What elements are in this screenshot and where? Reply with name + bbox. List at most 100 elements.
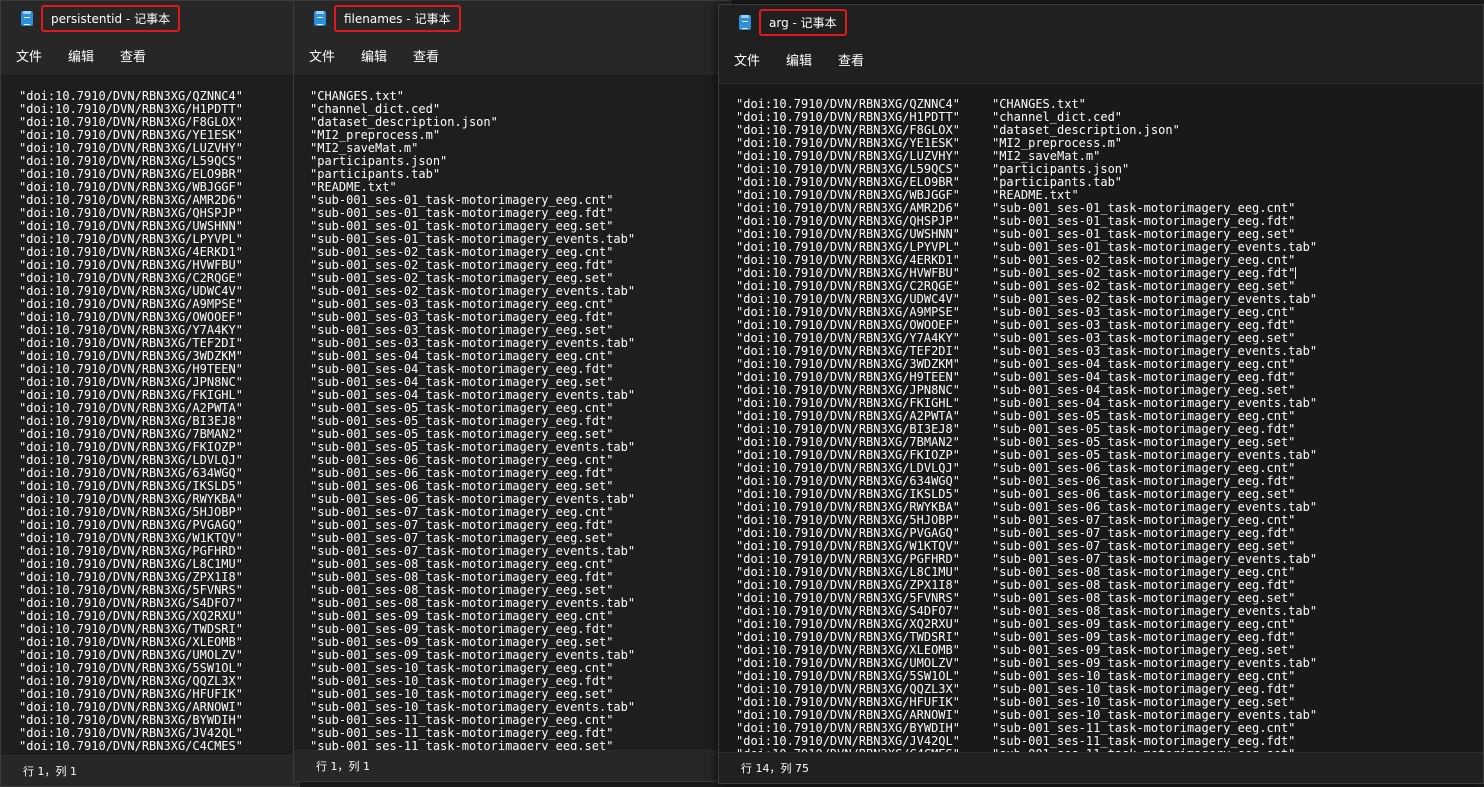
filename-cell: "sub-001_ses-03_task-motorimagery_events… [991,344,1318,358]
persistentid-cell: "doi:10.7910/DVN/RBN3XG/UWSHNN" [736,227,960,241]
filename-cell: "sub-001_ses-02_task-motorimagery_eeg.cn… [991,253,1296,267]
filename-cell: "sub-001_ses-07_task-motorimagery_events… [991,552,1318,566]
persistentid-cell: "doi:10.7910/DVN/RBN3XG/H1PDTT" [736,110,960,124]
filename-cell: "sub-001_ses-09_task-motorimagery_eeg.se… [991,643,1296,657]
persistentid-cell: "doi:10.7910/DVN/RBN3XG/H9TEEN" [736,370,960,384]
text-editor[interactable]: "CHANGES.txt" "channel_dict.ced" "dataset_… [294,73,730,751]
title-bar[interactable]: arg - 记事本 [719,5,1483,39]
text-lines: "doi:10.7910/DVN/RBN3XG/QZNNC4" "CHANGES.… [736,97,1318,754]
filename-cell: "participants.tab" [991,175,1123,189]
menu-bar: 文件 编辑 查看 [294,41,730,69]
persistentid-cell: "doi:10.7910/DVN/RBN3XG/TWDSRI" [736,630,960,644]
filename-cell: "sub-001_ses-10_task-motorimagery_eeg.fd… [991,682,1296,696]
menu-view[interactable]: 查看 [838,50,864,69]
filename-cell: "sub-001_ses-01_task-motorimagery_events… [991,240,1318,254]
menu-bar: 文件 编辑 查看 [719,45,1483,73]
persistentid-cell: "doi:10.7910/DVN/RBN3XG/F8GLOX" [736,123,960,137]
notepad-icon [21,10,33,26]
persistentid-cell: "doi:10.7910/DVN/RBN3XG/L59QCS" [736,162,960,176]
notepad-window-arg[interactable]: arg - 记事本 文件 编辑 查看 "doi:10.7910/DVN/RBN3… [718,4,1484,784]
persistentid-cell: "doi:10.7910/DVN/RBN3XG/LDVLQJ" [736,461,960,475]
filename-cell: "sub-001_ses-02_task-motorimagery_events… [991,292,1318,306]
filename-cell: "sub-001_ses-03_task-motorimagery_eeg.fd… [991,318,1296,332]
filename-cell: "sub-001_ses-08_task-motorimagery_eeg.fd… [991,578,1296,592]
persistentid-cell: "doi:10.7910/DVN/RBN3XG/LUZVHY" [736,149,960,163]
notepad-icon [314,10,326,26]
notepad-window-persistentid[interactable]: persistentid - 记事本 文件 编辑 查看 "doi:10.7910… [0,0,300,787]
persistentid-cell: "doi:10.7910/DVN/RBN3XG/XQ2RXU" [736,617,960,631]
status-bar: 行 14，列 75 [719,752,1483,783]
persistentid-cell: "doi:10.7910/DVN/RBN3XG/UMOLZV" [736,656,960,670]
filename-cell: "sub-001_ses-10_task-motorimagery_events… [991,708,1318,722]
menu-file[interactable]: 文件 [16,46,42,65]
persistentid-cell: "doi:10.7910/DVN/RBN3XG/634WGQ" [736,474,960,488]
persistentid-cell: "doi:10.7910/DVN/RBN3XG/QHSPJP" [736,214,960,228]
filename-cell: "sub-001_ses-01_task-motorimagery_eeg.fd… [991,214,1296,228]
menu-edit[interactable]: 编辑 [786,50,812,69]
menu-file[interactable]: 文件 [734,50,760,69]
persistentid-cell: "doi:10.7910/DVN/RBN3XG/C2RQGE" [736,279,960,293]
title-bar[interactable]: persistentid - 记事本 [1,1,299,35]
persistentid-cell: "doi:10.7910/DVN/RBN3XG/XLEOMB" [736,643,960,657]
window-title: persistentid - 记事本 [41,4,181,32]
filename-cell: "sub-001_ses-05_task-motorimagery_eeg.fd… [991,422,1296,436]
filename-cell: "sub-001_ses-10_task-motorimagery_eeg.cn… [991,669,1296,683]
menu-edit[interactable]: 编辑 [68,46,94,65]
notepad-window-filenames[interactable]: filenames - 记事本 文件 编辑 查看 "CHANGES.txt" "c… [293,0,731,782]
filename-cell: "sub-001_ses-06_task-motorimagery_events… [991,500,1318,514]
persistentid-cell: "doi:10.7910/DVN/RBN3XG/RWYKBA" [736,500,960,514]
filename-cell: "sub-001_ses-07_task-motorimagery_eeg.cn… [991,513,1296,527]
persistentid-cell: "doi:10.7910/DVN/RBN3XG/FKIGHL" [736,396,960,410]
persistentid-cell: "doi:10.7910/DVN/RBN3XG/5SW1OL" [736,669,960,683]
persistentid-cell: "doi:10.7910/DVN/RBN3XG/UDWC4V" [736,292,960,306]
menu-view[interactable]: 查看 [413,46,439,65]
text-editor[interactable]: "doi:10.7910/DVN/RBN3XG/QZNNC4" "doi:10.7… [1,73,299,756]
filename-cell: "sub-001_ses-07_task-motorimagery_eeg.fd… [991,526,1296,540]
persistentid-cell: "doi:10.7910/DVN/RBN3XG/L8C1MU" [736,565,960,579]
text-editor[interactable]: "doi:10.7910/DVN/RBN3XG/QZNNC4" "CHANGES.… [719,83,1483,753]
persistentid-cell: "doi:10.7910/DVN/RBN3XG/Y7A4KY" [736,331,960,345]
persistentid-cell: "doi:10.7910/DVN/RBN3XG/PVGAGQ" [736,526,960,540]
persistentid-cell: "doi:10.7910/DVN/RBN3XG/QQZL3X" [736,682,960,696]
filename-cell: "sub-001_ses-03_task-motorimagery_eeg.se… [991,331,1296,345]
menu-edit[interactable]: 编辑 [361,46,387,65]
menu-file[interactable]: 文件 [309,46,335,65]
menu-bar: 文件 编辑 查看 [1,41,299,69]
cursor-position: 行 1，列 1 [316,760,370,773]
filename-cell: "sub-001_ses-02_task-motorimagery_eeg.se… [991,279,1296,293]
window-title: arg - 记事本 [759,8,847,36]
status-bar: 行 1，列 1 [294,750,730,781]
menu-view[interactable]: 查看 [120,46,146,65]
filename-cell: "participants.json" [991,162,1130,176]
persistentid-cell: "doi:10.7910/DVN/RBN3XG/3WDZKM" [736,357,960,371]
filename-cell: "sub-001_ses-01_task-motorimagery_eeg.cn… [991,201,1296,215]
notepad-icon [739,14,751,30]
persistentid-cell: "doi:10.7910/DVN/RBN3XG/4ERKD1" [736,253,960,267]
persistentid-cell: "doi:10.7910/DVN/RBN3XG/WBJGGF" [736,188,960,202]
filename-cell: "sub-001_ses-08_task-motorimagery_eeg.se… [991,591,1296,605]
filename-cell: "sub-001_ses-08_task-motorimagery_events… [991,604,1318,618]
persistentid-cell: "doi:10.7910/DVN/RBN3XG/JPN8NC" [736,383,960,397]
filename-cell: "sub-001_ses-05_task-motorimagery_eeg.cn… [991,409,1296,423]
persistentid-cell: "doi:10.7910/DVN/RBN3XG/FKIOZP" [736,448,960,462]
persistentid-cell: "doi:10.7910/DVN/RBN3XG/ARNOWI" [736,708,960,722]
window-title: filenames - 记事本 [334,4,461,32]
filename-cell: "sub-001_ses-04_task-motorimagery_events… [991,396,1318,410]
text-lines: "doi:10.7910/DVN/RBN3XG/QZNNC4" "doi:10.7… [19,90,243,753]
persistentid-cell: "doi:10.7910/DVN/RBN3XG/BI3EJ8" [736,422,960,436]
persistentid-cell: "doi:10.7910/DVN/RBN3XG/ZPX1I8" [736,578,960,592]
filename-cell: "sub-001_ses-09_task-motorimagery_events… [991,656,1318,670]
filename-cell: "sub-001_ses-04_task-motorimagery_eeg.cn… [991,357,1296,371]
title-bar[interactable]: filenames - 记事本 [294,1,730,35]
persistentid-cell: "doi:10.7910/DVN/RBN3XG/YE1ESK" [736,136,960,150]
filename-cell: "CHANGES.txt" [991,97,1086,111]
persistentid-cell: "doi:10.7910/DVN/RBN3XG/OWOOEF" [736,318,960,332]
filename-cell: "sub-001_ses-03_task-motorimagery_eeg.cn… [991,305,1296,319]
persistentid-cell: "doi:10.7910/DVN/RBN3XG/W1KTQV" [736,539,960,553]
persistentid-cell: "doi:10.7910/DVN/RBN3XG/TEF2DI" [736,344,960,358]
persistentid-cell: "doi:10.7910/DVN/RBN3XG/S4DFO7" [736,604,960,618]
filename-cell: "sub-001_ses-04_task-motorimagery_eeg.se… [991,383,1296,397]
filename-cell: "README.txt" [991,188,1079,202]
persistentid-cell: "doi:10.7910/DVN/RBN3XG/AMR2D6" [736,201,960,215]
text-caret [1295,267,1297,279]
